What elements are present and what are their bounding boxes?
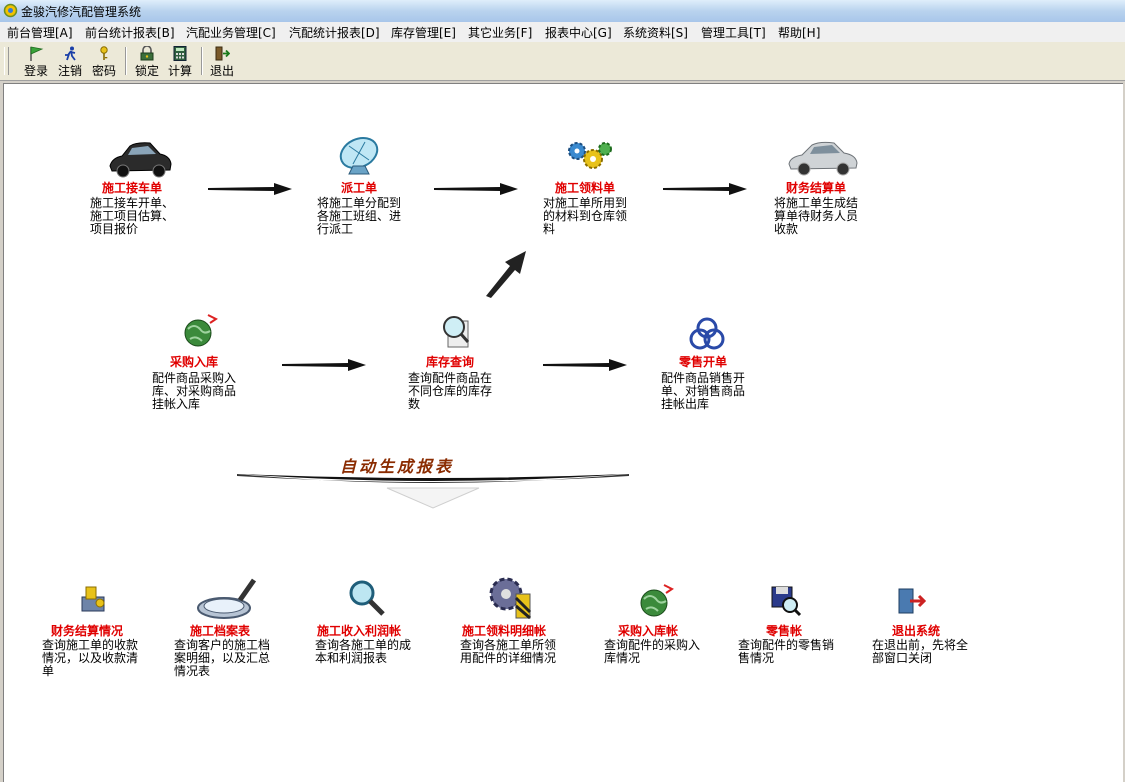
login-label: 登录	[23, 64, 48, 78]
node-dispatch[interactable]: 派工单 将施工单分配到各施工班组、进行派工	[315, 136, 415, 246]
report-desc: 查询各施工单的成本和利润报表	[315, 638, 412, 665]
flow-arrow-diagonal	[486, 251, 526, 298]
toolbar-separator	[125, 47, 127, 75]
password-button[interactable]: 密码	[88, 45, 120, 79]
report-desc: 查询配件的零售销售情况	[738, 638, 835, 665]
calculate-button[interactable]: 计算	[164, 45, 196, 79]
report-purchase-ledger[interactable]: 采购入库帐 查询配件的采购入库情况	[602, 583, 706, 683]
report-desc: 查询各施工单所领用配件的详细情况	[460, 638, 557, 665]
node-desc: 将施工单分配到各施工班组、进行派工	[317, 196, 402, 236]
cash-icon	[81, 586, 105, 612]
report-title: 财务结算情况	[51, 624, 124, 638]
report-title: 采购入库帐	[618, 624, 679, 638]
password-label: 密码	[91, 64, 116, 78]
report-desc: 查询客户的施工档案明细，以及汇总情况表	[174, 638, 271, 678]
exit-button[interactable]: 退出	[206, 45, 238, 79]
flow-arrow	[434, 183, 518, 195]
magnifier-large-icon	[197, 578, 257, 619]
report-desc: 查询配件的采购入库情况	[604, 638, 701, 665]
title-bar: 金骏汽修汽配管理系统	[0, 0, 1125, 23]
calculate-label: 计算	[167, 64, 192, 78]
lock-icon	[140, 46, 154, 61]
flow-arrow	[543, 359, 627, 371]
node-title: 施工领料单	[555, 181, 616, 195]
menu-tools[interactable]: 管理工具[T]	[701, 24, 766, 41]
report-settlement-status[interactable]: 财务结算情况 查询施工单的收款情况，以及收款清单	[40, 583, 144, 683]
disk-search-icon	[771, 586, 802, 617]
node-title: 库存查询	[426, 355, 475, 369]
key-icon	[100, 46, 108, 60]
window-title: 金骏汽修汽配管理系统	[21, 5, 142, 19]
flag-icon	[30, 46, 44, 61]
node-repair-intake[interactable]: 施工接车单 施工接车开单、施工项目估算、项目报价	[88, 136, 198, 246]
flow-arrow	[208, 183, 292, 195]
report-title: 零售帐	[766, 624, 803, 638]
menu-other-business[interactable]: 其它业务[F]	[468, 24, 532, 41]
node-desc: 查询配件商品在不同仓库的库存数	[408, 371, 493, 411]
logout-label: 注销	[57, 64, 82, 78]
node-desc: 对施工单所用到的材料到仓库领料	[543, 196, 628, 236]
node-title: 财务结算单	[786, 181, 847, 195]
toolbar: 登录 注销 密码 锁定 计算 退出	[0, 42, 1125, 81]
report-income-profit[interactable]: 施工收入利润帐 查询各施工单的成本和利润报表	[313, 576, 417, 683]
menu-parts-reports[interactable]: 汽配统计报表[D]	[289, 24, 380, 41]
report-material-detail[interactable]: 施工领料明细帐 查询各施工单所领用配件的详细情况	[458, 574, 568, 683]
report-title: 施工档案表	[190, 624, 251, 638]
magnifier-icon	[349, 580, 385, 616]
exit-icon	[215, 46, 230, 61]
toolbar-separator	[201, 47, 203, 75]
node-settlement[interactable]: 财务结算单 将施工单生成结算单待财务人员收款	[772, 136, 882, 246]
black-car-icon	[109, 142, 172, 178]
node-stock-query[interactable]: 库存查询 查询配件商品在不同仓库的库存数	[404, 313, 504, 423]
calculator-icon	[173, 46, 187, 61]
menu-help[interactable]: 帮助[H]	[778, 24, 820, 41]
node-purchase-in[interactable]: 采购入库 配件商品采购入库、对采购商品挂帐入库	[148, 313, 258, 423]
menu-system-data[interactable]: 系统资料[S]	[623, 24, 688, 41]
node-desc: 配件商品销售开单、对销售商品挂帐出库	[661, 371, 746, 411]
app-icon	[3, 3, 18, 18]
node-title: 采购入库	[170, 355, 219, 369]
menu-front-reports[interactable]: 前台统计报表[B]	[85, 24, 175, 41]
node-desc: 将施工单生成结算单待财务人员收款	[774, 196, 859, 236]
globe-icon	[184, 314, 218, 347]
magnifier-doc-icon	[443, 316, 470, 348]
node-title: 零售开单	[679, 355, 728, 369]
login-button[interactable]: 登录	[20, 45, 52, 79]
banner-text: 自动生成报表	[340, 457, 455, 476]
menu-parts-business[interactable]: 汽配业务管理[C]	[186, 24, 276, 41]
report-title: 施工领料明细帐	[462, 624, 547, 638]
knot-icon	[689, 317, 725, 350]
node-retail-sale[interactable]: 零售开单 配件商品销售开单、对销售商品挂帐出库	[657, 313, 767, 423]
report-desc: 在退出前，先将全部窗口关闭	[872, 638, 969, 665]
globe-icon	[640, 584, 674, 617]
flow-arrow	[663, 183, 747, 195]
menu-front-desk[interactable]: 前台管理[A]	[7, 24, 73, 41]
exit-door-icon	[898, 588, 926, 614]
menu-bar: 前台管理[A] 前台统计报表[B] 汽配业务管理[C] 汽配统计报表[D] 库存…	[0, 22, 1125, 43]
gears-icon	[568, 142, 612, 169]
menu-inventory[interactable]: 库存管理[E]	[391, 24, 456, 41]
node-material-requisition[interactable]: 施工领料单 对施工单所用到的材料到仓库领料	[541, 136, 641, 246]
satellite-dish-icon	[339, 136, 379, 175]
lock-button[interactable]: 锁定	[131, 45, 163, 79]
report-repair-archive[interactable]: 施工档案表 查询客户的施工档案明细，以及汇总情况表	[172, 576, 272, 683]
report-desc: 查询施工单的收款情况，以及收款清单	[42, 638, 139, 678]
report-retail-ledger[interactable]: 零售帐 查询配件的零售销售情况	[736, 583, 840, 683]
report-title: 退出系统	[892, 624, 941, 638]
silver-car-icon	[788, 141, 858, 176]
flow-arrow	[282, 359, 366, 371]
node-desc: 施工接车开单、施工项目估算、项目报价	[90, 196, 175, 236]
report-title: 施工收入利润帐	[317, 624, 402, 638]
runner-icon	[65, 46, 76, 61]
exit-label: 退出	[209, 64, 234, 78]
toolbar-grip[interactable]	[4, 47, 9, 75]
logout-button[interactable]: 注销	[54, 45, 86, 79]
node-title: 施工接车单	[102, 181, 163, 195]
node-desc: 配件商品采购入库、对采购商品挂帐入库	[152, 371, 237, 411]
node-title: 派工单	[341, 181, 378, 195]
report-exit-system[interactable]: 退出系统 在退出前，先将全部窗口关闭	[870, 583, 974, 683]
gear-block-icon	[489, 577, 532, 620]
menu-report-center[interactable]: 报表中心[G]	[545, 24, 612, 41]
lock-label: 锁定	[134, 64, 159, 78]
